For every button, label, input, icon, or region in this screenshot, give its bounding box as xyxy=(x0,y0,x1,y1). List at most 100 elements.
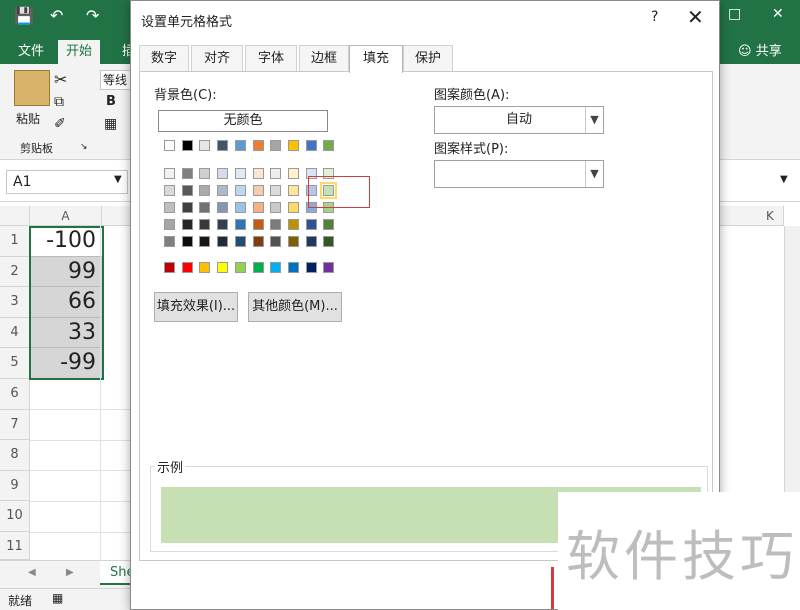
color-swatch[interactable] xyxy=(164,219,175,230)
standard-color-swatch[interactable] xyxy=(164,262,175,273)
color-swatch[interactable] xyxy=(217,236,229,247)
color-swatch[interactable] xyxy=(164,168,175,179)
color-swatch[interactable] xyxy=(252,185,264,196)
color-swatch[interactable] xyxy=(199,185,211,196)
color-swatch[interactable] xyxy=(217,140,229,151)
color-swatch[interactable] xyxy=(252,168,264,179)
select-all-corner[interactable] xyxy=(0,206,30,226)
color-swatch[interactable] xyxy=(305,219,317,230)
color-swatch[interactable] xyxy=(252,202,264,213)
cut-icon[interactable]: ✂ xyxy=(54,70,67,89)
color-swatch[interactable] xyxy=(287,219,299,230)
color-swatch[interactable] xyxy=(234,219,246,230)
color-swatch[interactable] xyxy=(181,219,193,230)
row-header-9[interactable]: 9 xyxy=(0,470,30,502)
color-swatch[interactable] xyxy=(234,168,246,179)
standard-color-swatch[interactable] xyxy=(217,262,229,273)
fill-effects-button[interactable]: 填充效果(I)... xyxy=(154,292,238,322)
color-swatch[interactable] xyxy=(270,202,282,213)
next-sheet-icon[interactable]: ▶ xyxy=(66,567,74,578)
no-color-button[interactable]: 无颜色 xyxy=(158,110,328,132)
restore-icon[interactable]: □ xyxy=(728,6,741,22)
standard-color-swatch[interactable] xyxy=(287,262,299,273)
color-swatch[interactable] xyxy=(270,185,282,196)
undo-icon[interactable]: ↶ xyxy=(50,6,63,25)
color-swatch[interactable] xyxy=(181,236,193,247)
share-button[interactable]: ☺ 共享 xyxy=(730,40,790,64)
color-swatch[interactable] xyxy=(217,219,229,230)
help-button[interactable]: ? xyxy=(651,9,658,25)
color-swatch[interactable] xyxy=(234,140,246,151)
color-swatch[interactable] xyxy=(181,140,193,151)
color-swatch[interactable] xyxy=(287,140,299,151)
close-window-icon[interactable]: ✕ xyxy=(772,6,784,22)
row-header-7[interactable]: 7 xyxy=(0,409,30,441)
standard-color-swatch[interactable] xyxy=(252,262,264,273)
row-header-4[interactable]: 4 xyxy=(0,317,30,349)
color-swatch[interactable] xyxy=(164,140,175,151)
color-swatch[interactable] xyxy=(181,168,193,179)
name-box-dropdown-icon[interactable]: ▼ xyxy=(114,174,122,185)
name-box[interactable]: A1 xyxy=(6,170,128,194)
standard-color-swatch[interactable] xyxy=(323,262,335,273)
paste-label[interactable]: 粘贴 xyxy=(16,110,40,127)
tab-number[interactable]: 数字 xyxy=(139,45,189,71)
color-swatch[interactable] xyxy=(287,236,299,247)
standard-color-swatch[interactable] xyxy=(234,262,246,273)
formula-expand-icon[interactable]: ▼ xyxy=(780,174,788,185)
color-swatch[interactable] xyxy=(287,202,299,213)
row-header-5[interactable]: 5 xyxy=(0,348,30,379)
color-swatch[interactable] xyxy=(164,236,175,247)
color-swatch[interactable] xyxy=(234,185,246,196)
tab-protection[interactable]: 保护 xyxy=(403,45,453,71)
row-header-2[interactable]: 2 xyxy=(0,256,30,288)
save-icon[interactable]: 💾 xyxy=(14,6,34,25)
dialog-launcher-icon[interactable]: ↘ xyxy=(80,142,88,152)
color-swatch[interactable] xyxy=(181,185,193,196)
tab-home[interactable]: 开始 xyxy=(58,40,101,64)
tab-alignment[interactable]: 对齐 xyxy=(191,45,243,71)
bold-button[interactable]: B xyxy=(106,94,116,109)
color-swatch[interactable] xyxy=(217,185,229,196)
row-header-8[interactable]: 8 xyxy=(0,440,30,471)
color-swatch[interactable] xyxy=(323,140,335,151)
color-swatch[interactable] xyxy=(252,140,264,151)
standard-color-swatch[interactable] xyxy=(270,262,282,273)
color-swatch[interactable] xyxy=(323,219,335,230)
tab-border[interactable]: 边框 xyxy=(299,45,349,71)
row-header-10[interactable]: 10 xyxy=(0,501,30,532)
column-header-k[interactable]: K xyxy=(720,206,784,226)
tab-font[interactable]: 字体 xyxy=(245,45,297,71)
format-painter-icon[interactable]: ✐ xyxy=(54,116,66,132)
color-swatch[interactable] xyxy=(287,168,299,179)
color-swatch[interactable] xyxy=(270,219,282,230)
copy-icon[interactable]: ⧉ xyxy=(54,94,64,110)
color-swatch[interactable] xyxy=(252,219,264,230)
row-header-1[interactable]: 1 xyxy=(0,226,30,257)
color-swatch[interactable] xyxy=(199,202,211,213)
pattern-style-dropdown[interactable]: ▼ xyxy=(434,160,604,188)
prev-sheet-icon[interactable]: ◀ xyxy=(28,567,36,578)
standard-color-swatch[interactable] xyxy=(305,262,317,273)
row-header-11[interactable]: 11 xyxy=(0,532,30,560)
row-header-6[interactable]: 6 xyxy=(0,379,30,410)
pattern-color-dropdown[interactable]: 自动 ▼ xyxy=(434,106,604,134)
color-swatch[interactable] xyxy=(217,168,229,179)
color-swatch[interactable] xyxy=(252,236,264,247)
color-swatch[interactable] xyxy=(270,168,282,179)
more-colors-button[interactable]: 其他颜色(M)... xyxy=(248,292,342,322)
color-swatch[interactable] xyxy=(199,168,211,179)
ok-button-edge[interactable] xyxy=(551,567,554,609)
redo-icon[interactable]: ↷ xyxy=(86,6,99,25)
tab-file[interactable]: 文件 xyxy=(10,40,52,64)
close-icon[interactable]: ✕ xyxy=(687,5,704,29)
color-swatch[interactable] xyxy=(287,185,299,196)
column-header[interactable] xyxy=(102,206,132,226)
color-swatch[interactable] xyxy=(270,140,282,151)
color-swatch[interactable] xyxy=(199,219,211,230)
color-swatch[interactable] xyxy=(217,202,229,213)
color-swatch[interactable] xyxy=(323,236,335,247)
color-swatch[interactable] xyxy=(234,236,246,247)
color-swatch[interactable] xyxy=(181,202,193,213)
color-swatch[interactable] xyxy=(305,236,317,247)
